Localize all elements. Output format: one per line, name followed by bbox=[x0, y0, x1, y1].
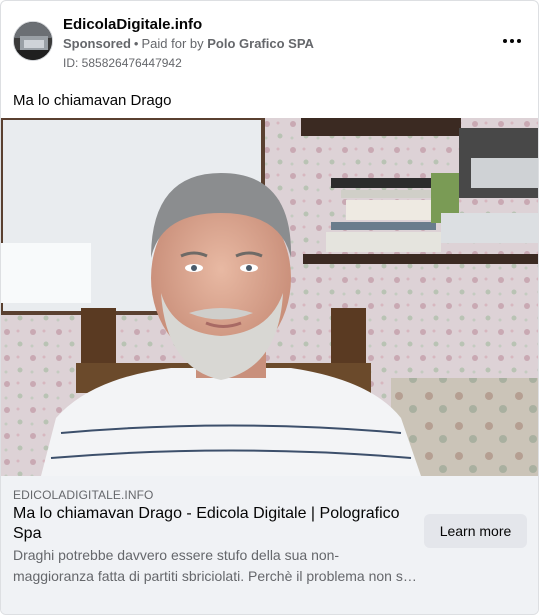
post-image[interactable] bbox=[1, 118, 538, 476]
page-avatar[interactable] bbox=[13, 21, 53, 61]
learn-more-button[interactable]: Learn more bbox=[424, 514, 527, 548]
page-name-link[interactable]: EdicolaDigitale.info bbox=[63, 16, 202, 33]
link-description: Draghi potrebbe davvero essere stufo del… bbox=[13, 547, 415, 584]
more-options-button[interactable] bbox=[498, 31, 526, 51]
sponsored-post-card: EdicolaDigitale.info Sponsored • Paid for … bbox=[0, 0, 539, 615]
separator-dot: • bbox=[133, 36, 139, 51]
paid-for-prefix: Paid for by bbox=[141, 36, 204, 51]
link-title[interactable]: Ma lo chiamavan Drago - Edicola Digitale… bbox=[13, 504, 408, 544]
paid-for-by-name: Polo Grafico SPA bbox=[207, 36, 314, 51]
ad-id: ID: 585826476447942 bbox=[63, 56, 182, 70]
more-horizontal-icon-dot bbox=[516, 39, 521, 43]
more-horizontal-icon-dot bbox=[510, 39, 514, 43]
link-preview[interactable]: EDICOLADIGITALE.INFO Ma lo chiamavan Dra… bbox=[1, 476, 538, 614]
post-header: EdicolaDigitale.info Sponsored • Paid for … bbox=[13, 13, 526, 73]
link-domain: EDICOLADIGITALE.INFO bbox=[13, 488, 154, 502]
post-caption: Ma lo chiamavan Drago bbox=[13, 92, 172, 109]
more-horizontal-icon bbox=[503, 39, 508, 43]
sponsored-label[interactable]: Sponsored bbox=[63, 36, 131, 51]
sponsored-meta: Sponsored • Paid for by Polo Grafico SPA bbox=[63, 36, 314, 51]
